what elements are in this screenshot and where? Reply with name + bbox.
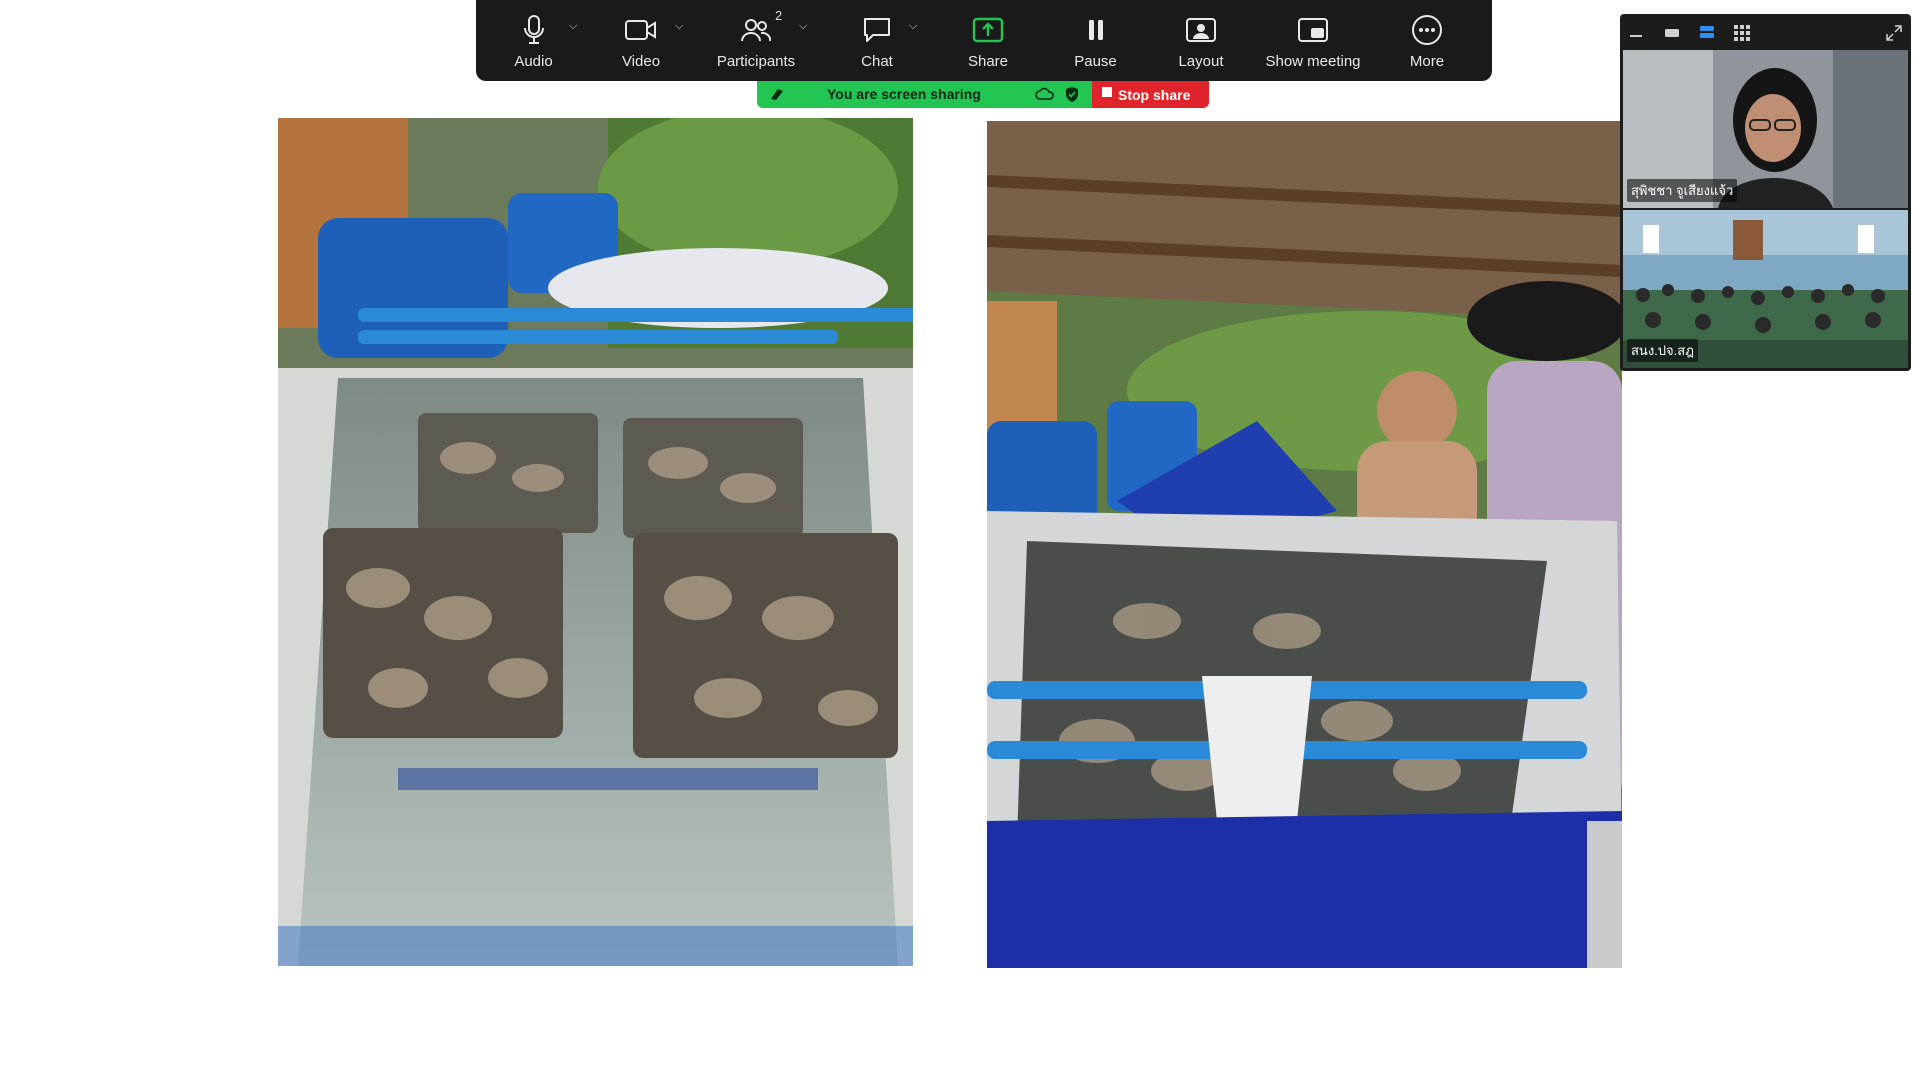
video-panel-header	[1620, 14, 1911, 50]
drag-handle-icon[interactable]	[769, 87, 785, 106]
participants-label: Participants	[716, 53, 796, 70]
show-meeting-button[interactable]: Show meeting	[1254, 0, 1372, 81]
participants-icon	[741, 13, 771, 47]
layout-label: Layout	[1178, 53, 1224, 70]
participants-options-chevron-icon[interactable]: ⌵	[799, 20, 807, 33]
participant-video-tile[interactable]: สุพิชชา จูเสียงแจ้ว	[1623, 50, 1908, 208]
expand-icon[interactable]	[1885, 24, 1903, 47]
layout-icon	[1185, 13, 1217, 47]
audio-label: Audio	[514, 53, 553, 70]
chat-label: Chat	[861, 53, 893, 70]
cloud-icon	[1035, 87, 1055, 106]
chat-icon	[862, 13, 892, 47]
more-label: More	[1409, 53, 1445, 70]
video-button[interactable]: Video ⌵	[591, 0, 691, 81]
more-button[interactable]: More	[1372, 0, 1482, 81]
chat-options-chevron-icon[interactable]: ⌵	[909, 20, 917, 33]
minimize-icon[interactable]	[1628, 24, 1644, 45]
meeting-toolbar: Audio ⌵ Video ⌵ Participants 2 ⌵ Chat ⌵ …	[476, 0, 1492, 81]
more-icon	[1411, 13, 1443, 47]
video-label: Video	[621, 53, 661, 70]
stop-share-button[interactable]: Stop share	[1092, 81, 1209, 108]
share-button[interactable]: Share	[933, 0, 1043, 81]
stop-share-label: Stop share	[1118, 86, 1191, 103]
stop-icon	[1102, 86, 1112, 97]
shield-icon	[1064, 86, 1080, 108]
shared-photo-oyster-tank	[278, 118, 913, 966]
show-meeting-label: Show meeting	[1265, 53, 1361, 70]
screen-sharing-banner: You are screen sharing Stop share	[757, 81, 1209, 108]
speaker-view-icon[interactable]	[1698, 24, 1716, 45]
participants-button[interactable]: Participants 2 ⌵	[691, 0, 821, 81]
share-screen-icon	[972, 13, 1004, 47]
shared-photo-tank-workers	[987, 121, 1622, 968]
participants-count: 2	[775, 8, 783, 23]
sharing-status[interactable]: You are screen sharing	[757, 81, 1092, 108]
video-panel: สุพิชชา จูเสียงแจ้ว สนง.ปจ.สฎ	[1620, 14, 1911, 371]
gallery-view-icon[interactable]	[1733, 24, 1751, 47]
hide-video-icon[interactable]	[1663, 24, 1681, 45]
room-video-tile[interactable]: สนง.ปจ.สฎ	[1623, 210, 1908, 368]
room-name: สนง.ปจ.สฎ	[1627, 339, 1698, 362]
sharing-status-text: You are screen sharing	[827, 86, 981, 102]
share-label: Share	[967, 53, 1009, 70]
audio-button[interactable]: Audio ⌵	[476, 0, 591, 81]
layout-button[interactable]: Layout	[1148, 0, 1254, 81]
pause-share-button[interactable]: Pause	[1043, 0, 1148, 81]
chat-button[interactable]: Chat ⌵	[821, 0, 933, 81]
show-meeting-icon	[1297, 13, 1329, 47]
audio-options-chevron-icon[interactable]: ⌵	[569, 20, 577, 33]
pause-label: Pause	[1074, 53, 1117, 70]
pause-icon	[1085, 13, 1107, 47]
camera-icon	[624, 13, 658, 47]
participant-name: สุพิชชา จูเสียงแจ้ว	[1627, 179, 1738, 202]
microphone-icon	[522, 13, 546, 47]
video-options-chevron-icon[interactable]: ⌵	[675, 20, 683, 33]
